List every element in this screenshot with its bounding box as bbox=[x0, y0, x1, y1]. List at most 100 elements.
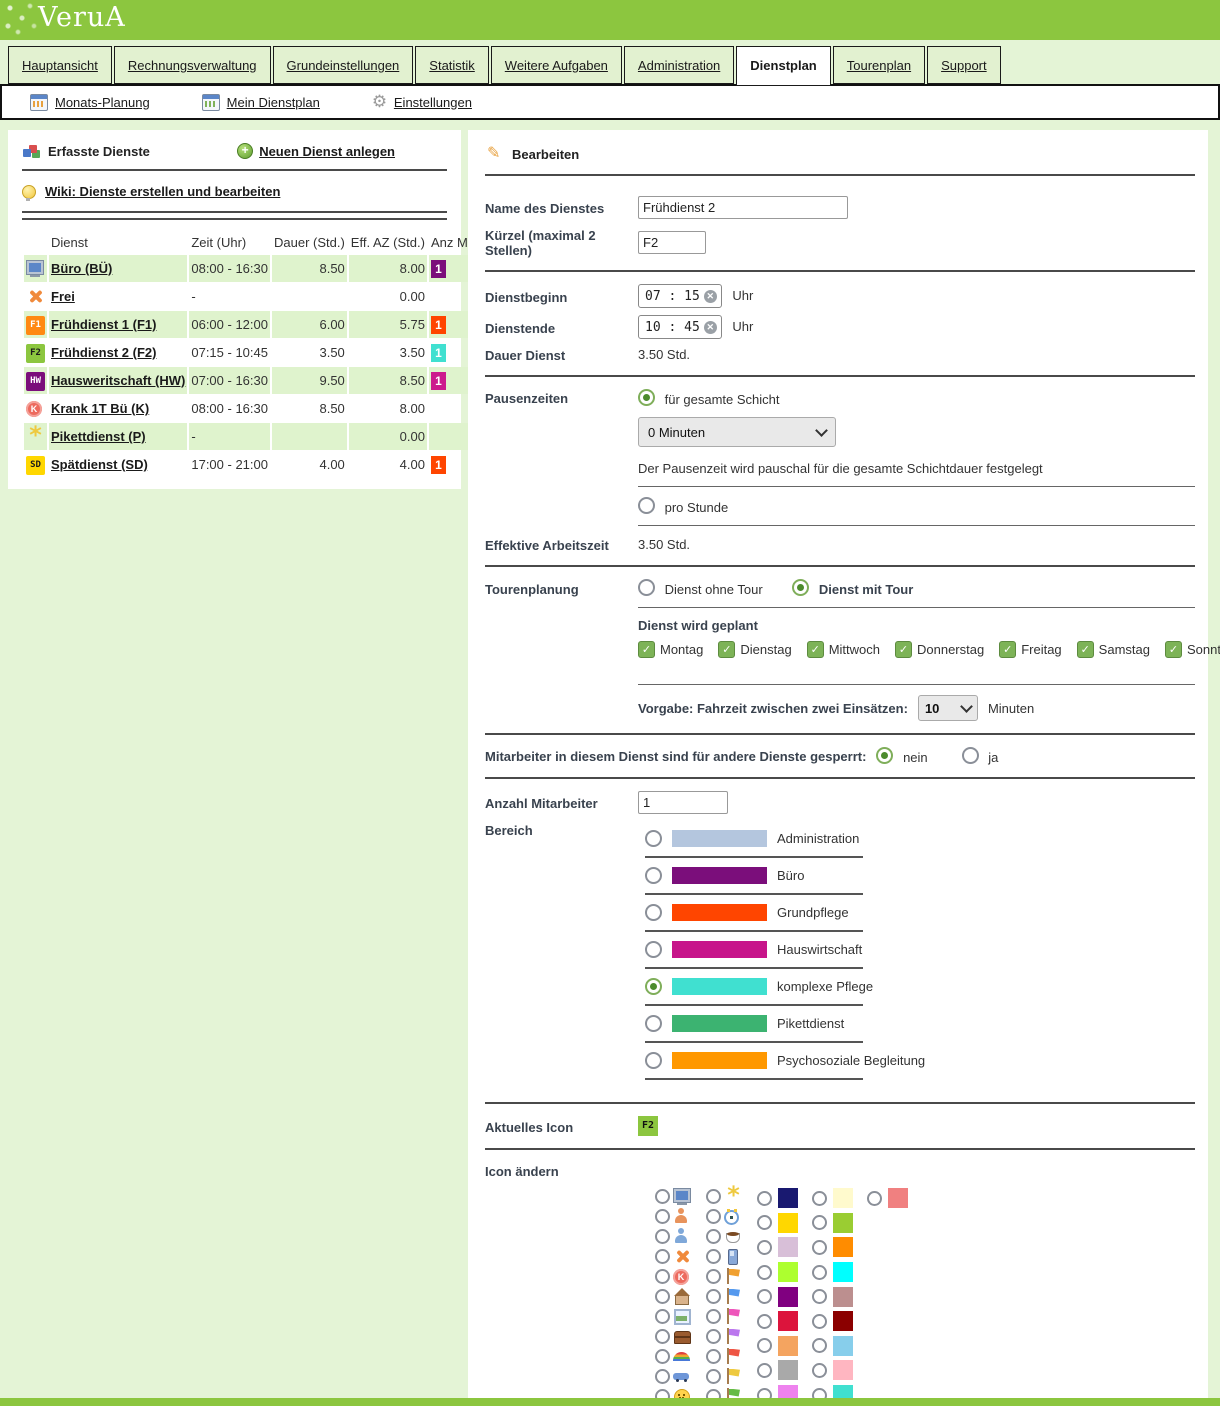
clear-time-icon[interactable]: ✕ bbox=[704, 321, 717, 334]
tab-weitere-aufgaben[interactable]: Weitere Aufgaben bbox=[491, 46, 622, 84]
gesperrt-yes-option[interactable]: ja bbox=[962, 747, 999, 765]
checkbox-checked-icon[interactable]: ✓ bbox=[718, 641, 735, 658]
color-radio[interactable] bbox=[812, 1338, 827, 1353]
icon-option-person-blue[interactable] bbox=[655, 1226, 692, 1246]
icon-radio[interactable] bbox=[706, 1229, 721, 1244]
icon-option-computer[interactable] bbox=[655, 1186, 692, 1206]
checkbox-checked-icon[interactable]: ✓ bbox=[1165, 641, 1182, 658]
icon-radio[interactable] bbox=[706, 1349, 721, 1364]
radio-gesperrt-nein[interactable] bbox=[876, 747, 893, 764]
weekday-dienstag[interactable]: ✓Dienstag bbox=[718, 641, 791, 658]
pause-minutes-select[interactable]: 0 Minuten bbox=[638, 417, 836, 447]
beginn-time-input[interactable]: 07 : 15 ✕ bbox=[638, 284, 722, 308]
color-option-fffacd[interactable] bbox=[812, 1186, 853, 1211]
color-option-00ffff[interactable] bbox=[812, 1260, 853, 1285]
icon-option-alarm-clock[interactable] bbox=[706, 1206, 743, 1226]
service-link[interactable]: Frei bbox=[51, 289, 75, 304]
icon-radio[interactable] bbox=[706, 1309, 721, 1324]
color-option-ffd700[interactable] bbox=[757, 1211, 798, 1236]
color-radio[interactable] bbox=[812, 1215, 827, 1230]
clear-time-icon[interactable]: ✕ bbox=[704, 290, 717, 303]
kuerzel-input[interactable] bbox=[638, 231, 706, 254]
icon-option-flag-pink[interactable] bbox=[706, 1306, 743, 1326]
service-link[interactable]: Frühdienst 2 (F2) bbox=[51, 345, 156, 360]
icon-option-car[interactable] bbox=[655, 1366, 692, 1386]
bereich-option-büro[interactable]: Büro bbox=[645, 867, 1195, 884]
weekday-samstag[interactable]: ✓Samstag bbox=[1077, 641, 1150, 658]
icon-radio[interactable] bbox=[706, 1289, 721, 1304]
icon-option-house[interactable] bbox=[655, 1286, 692, 1306]
new-service-link[interactable]: Neuen Dienst anlegen bbox=[259, 144, 395, 159]
icon-option-picture[interactable] bbox=[655, 1306, 692, 1326]
icon-radio[interactable] bbox=[655, 1269, 670, 1284]
radio-shift[interactable] bbox=[638, 389, 655, 406]
weekday-freitag[interactable]: ✓Freitag bbox=[999, 641, 1061, 658]
icon-radio[interactable] bbox=[655, 1329, 670, 1344]
service-link[interactable]: Spätdienst (SD) bbox=[51, 457, 148, 472]
tab-tourenplan[interactable]: Tourenplan bbox=[833, 46, 925, 84]
weekday-donnerstag[interactable]: ✓Donnerstag bbox=[895, 641, 984, 658]
icon-option-rainbow[interactable] bbox=[655, 1346, 692, 1366]
gesperrt-no-option[interactable]: nein bbox=[876, 747, 927, 765]
color-option-191970[interactable] bbox=[757, 1186, 798, 1211]
icon-radio[interactable] bbox=[655, 1229, 670, 1244]
icon-radio[interactable] bbox=[655, 1289, 670, 1304]
color-radio[interactable] bbox=[812, 1191, 827, 1206]
icon-option-flag-red[interactable] bbox=[706, 1346, 743, 1366]
checkbox-checked-icon[interactable]: ✓ bbox=[1077, 641, 1094, 658]
tab-support[interactable]: Support bbox=[927, 46, 1001, 84]
icon-option-person-orange[interactable] bbox=[655, 1206, 692, 1226]
radio-tour-none[interactable] bbox=[638, 579, 655, 596]
color-option-9acd32[interactable] bbox=[812, 1211, 853, 1236]
color-radio[interactable] bbox=[812, 1314, 827, 1329]
checkbox-checked-icon[interactable]: ✓ bbox=[895, 641, 912, 658]
bereich-option-komplexe-pflege[interactable]: komplexe Pflege bbox=[645, 978, 1195, 995]
new-service-link-row[interactable]: + Neuen Dienst anlegen bbox=[237, 143, 395, 159]
color-radio[interactable] bbox=[757, 1363, 772, 1378]
color-option-f08080[interactable] bbox=[867, 1186, 908, 1211]
radio-gesperrt-ja[interactable] bbox=[962, 747, 979, 764]
service-link[interactable]: Pikettdienst (P) bbox=[51, 429, 146, 444]
icon-option-asterisk[interactable] bbox=[706, 1186, 743, 1206]
icon-option-flag-orange[interactable] bbox=[706, 1266, 743, 1286]
bereich-radio[interactable] bbox=[645, 1015, 662, 1032]
color-radio[interactable] bbox=[757, 1215, 772, 1230]
icon-radio[interactable] bbox=[706, 1189, 721, 1204]
icon-radio[interactable] bbox=[655, 1349, 670, 1364]
icon-radio[interactable] bbox=[655, 1249, 670, 1264]
checkbox-checked-icon[interactable]: ✓ bbox=[638, 641, 655, 658]
icon-radio[interactable] bbox=[706, 1329, 721, 1344]
icon-radio[interactable] bbox=[655, 1369, 670, 1384]
tab-grundeinstellungen[interactable]: Grundeinstellungen bbox=[273, 46, 414, 84]
color-radio[interactable] bbox=[757, 1240, 772, 1255]
tour-option-none[interactable]: Dienst ohne Tour bbox=[638, 582, 766, 597]
name-input[interactable] bbox=[638, 196, 848, 219]
tour-option-with[interactable]: Dienst mit Tour bbox=[792, 582, 913, 597]
bereich-radio[interactable] bbox=[645, 904, 662, 921]
color-option-f4a460[interactable] bbox=[757, 1334, 798, 1359]
bereich-option-administration[interactable]: Administration bbox=[645, 830, 1195, 847]
subnav-item-einstellungen[interactable]: Einstellungen bbox=[372, 95, 472, 110]
bereich-option-hauswirtschaft[interactable]: Hauswirtschaft bbox=[645, 941, 1195, 958]
color-radio[interactable] bbox=[757, 1265, 772, 1280]
icon-radio[interactable] bbox=[706, 1269, 721, 1284]
color-option-adff2f[interactable] bbox=[757, 1260, 798, 1285]
wiki-link-row[interactable]: Wiki: Dienste erstellen und bearbeiten bbox=[22, 184, 447, 199]
color-radio[interactable] bbox=[757, 1289, 772, 1304]
bereich-option-psychosoziale-begleitung[interactable]: Psychosoziale Begleitung bbox=[645, 1052, 1195, 1069]
bereich-option-grundpflege[interactable]: Grundpflege bbox=[645, 904, 1195, 921]
service-link[interactable]: Hausweritschaft (HW) bbox=[51, 373, 185, 388]
color-option-87ceeb[interactable] bbox=[812, 1334, 853, 1359]
weekday-sonntag[interactable]: ✓Sonntag bbox=[1165, 641, 1220, 658]
tab-rechnungsverwaltung[interactable]: Rechnungsverwaltung bbox=[114, 46, 271, 84]
icon-radio[interactable] bbox=[706, 1209, 721, 1224]
tab-administration[interactable]: Administration bbox=[624, 46, 734, 84]
radio-tour-with[interactable] bbox=[792, 579, 809, 596]
color-option-d8bfd8[interactable] bbox=[757, 1235, 798, 1260]
bereich-radio[interactable] bbox=[645, 867, 662, 884]
weekday-mittwoch[interactable]: ✓Mittwoch bbox=[807, 641, 880, 658]
ende-time-input[interactable]: 10 : 45 ✕ bbox=[638, 315, 722, 339]
checkbox-checked-icon[interactable]: ✓ bbox=[807, 641, 824, 658]
color-radio[interactable] bbox=[867, 1191, 882, 1206]
icon-option-chest[interactable] bbox=[655, 1326, 692, 1346]
